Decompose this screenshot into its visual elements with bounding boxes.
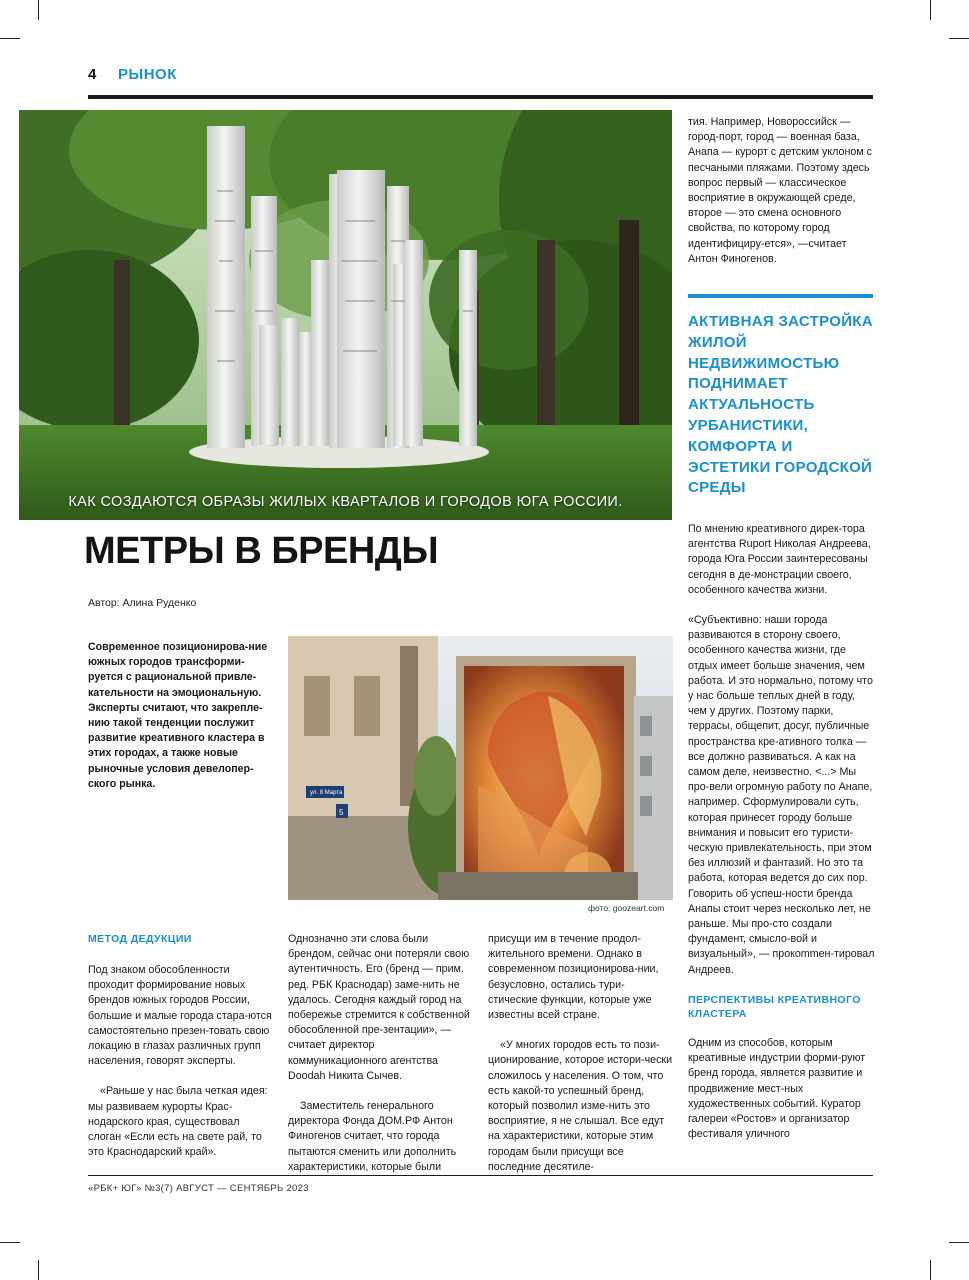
crop-mark	[930, 0, 931, 20]
paragraph: Одним из способов, которым креативные ин…	[688, 1036, 866, 1141]
footer-rule	[88, 1175, 873, 1176]
article-right-top: тия. Например, Новороссийск — город-порт…	[688, 116, 872, 265]
photo-credit: фото: goozeart.com	[588, 903, 665, 913]
paragraph: присущи им в течение продол-жительного в…	[488, 933, 659, 1022]
paragraph: Однозначно эти слова были брендом, сейча…	[288, 933, 470, 1082]
article-headline: МЕТРЫ В БРЕНДЫ	[84, 530, 439, 572]
crop-mark	[38, 1260, 39, 1280]
paragraph: «Раньше у нас была четкая идея: мы разви…	[88, 1085, 268, 1159]
crop-mark	[949, 1242, 969, 1243]
header-rule	[88, 95, 873, 99]
crop-mark	[38, 0, 39, 20]
hero-photo: КАК СОЗДАЮТСЯ ОБРАЗЫ ЖИЛЫХ КВАРТАЛОВ И Г…	[19, 110, 672, 520]
article-column-1: МЕТОД ДЕДУКЦИИ Под знаком обособленности…	[88, 932, 273, 1175]
article-column-3: присущи им в течение продол-жительного в…	[488, 932, 673, 1190]
paragraph: Заместитель генерального директора Фонда…	[288, 1100, 457, 1173]
section-title: РЫНОК	[118, 66, 177, 83]
house-number: 5	[339, 808, 344, 817]
park-columns-image	[19, 110, 672, 520]
subhead-perspectives: ПЕРСПЕКТИВЫ КРЕАТИВНОГО КЛАСТЕРА	[688, 993, 861, 1020]
pull-quote: АКТИВНАЯ ЗАСТРОЙКА ЖИЛОЙ НЕДВИЖИМОСТЬЮ П…	[688, 313, 873, 497]
crop-mark	[0, 1242, 20, 1243]
article-right-body: По мнению креативного дирек-тора агентст…	[688, 522, 876, 1157]
crop-mark	[0, 38, 20, 39]
article-byline: Автор: Алина Руденко	[88, 597, 197, 609]
paragraph: «У многих городов есть то пози-ционирова…	[488, 1039, 673, 1173]
crop-mark	[949, 38, 969, 39]
hero-caption: КАК СОЗДАЮТСЯ ОБРАЗЫ ЖИЛЫХ КВАРТАЛОВ И Г…	[68, 494, 623, 510]
article-column-2: Однозначно эти слова были брендом, сейча…	[288, 932, 473, 1190]
pull-quote-rule	[688, 294, 873, 298]
horse-mural-image: ул. 8 Марта 5	[288, 636, 673, 900]
paragraph: «Субъективно: наши города развиваются в …	[688, 614, 875, 976]
subhead-deduction: МЕТОД ДЕДУКЦИИ	[88, 933, 192, 945]
mural-photo: ул. 8 Марта 5	[288, 636, 673, 900]
article-lead: Современное позиционирова-ние южных горо…	[88, 641, 268, 790]
page-footer: «РБК+ ЮГ» №3(7) АВГУСТ — СЕНТЯБРЬ 2023	[88, 1183, 309, 1194]
crop-mark	[930, 1260, 931, 1280]
paragraph: Под знаком обособленности проходит форми…	[88, 964, 272, 1068]
page-number: 4	[88, 66, 97, 83]
page-header: 4 РЫНОК	[88, 66, 873, 86]
street-sign: ул. 8 Марта	[310, 790, 343, 796]
paragraph: По мнению креативного дирек-тора агентст…	[688, 523, 871, 596]
